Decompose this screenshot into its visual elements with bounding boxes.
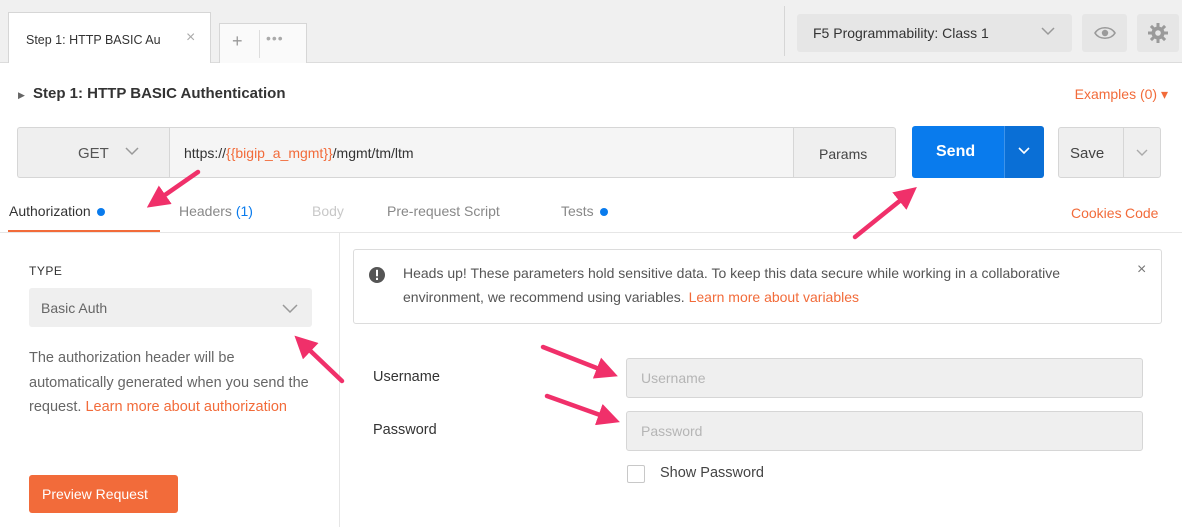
tab-tests-label: Tests — [561, 203, 594, 219]
password-field[interactable] — [626, 411, 1143, 451]
url-prefix: https:// — [184, 145, 227, 161]
tab-authorization-label: Authorization — [9, 203, 91, 219]
send-button[interactable]: Send — [912, 126, 1005, 178]
notice-text: Heads up! These parameters hold sensitiv… — [403, 261, 1123, 309]
cookies-link[interactable]: Cookies — [1071, 205, 1122, 221]
tab-headers-label: Headers — [179, 203, 232, 219]
tab-body[interactable]: Body — [312, 203, 344, 219]
auth-type-select[interactable]: Basic Auth — [29, 288, 312, 327]
annotation-arrow — [852, 187, 917, 240]
save-label: Save — [1070, 145, 1105, 162]
request-title: Step 1: HTTP BASIC Authentication — [33, 85, 286, 102]
tab-tests[interactable]: Tests — [561, 203, 608, 219]
tab-authorization[interactable]: Authorization — [9, 203, 105, 219]
environment-quick-look-button[interactable] — [1082, 14, 1127, 52]
tab-headers[interactable]: Headers (1) — [179, 203, 253, 219]
annotation-arrow — [544, 393, 620, 426]
tab-actions-divider — [259, 30, 260, 58]
send-label: Send — [936, 143, 976, 160]
manage-environments-button[interactable] — [1137, 14, 1179, 52]
password-label: Password — [373, 422, 437, 438]
params-button[interactable]: Params — [793, 127, 896, 178]
expand-caret-icon[interactable]: ▶ — [18, 90, 25, 101]
more-dots-icon[interactable]: ••• — [266, 30, 284, 46]
annotation-arrow — [540, 344, 618, 379]
preview-request-label: Preview Request — [42, 486, 148, 502]
panel-divider — [339, 233, 340, 527]
show-password-checkbox[interactable] — [627, 465, 645, 483]
chevron-down-icon — [282, 300, 298, 316]
warning-icon — [368, 266, 386, 287]
auth-type-heading: TYPE — [29, 264, 63, 278]
code-link[interactable]: Code — [1125, 205, 1158, 221]
learn-more-authorization-link[interactable]: Learn more about authorization — [85, 399, 287, 415]
username-field[interactable] — [626, 358, 1143, 398]
save-button[interactable]: Save — [1058, 127, 1124, 178]
url-variable: {{bigip_a_mgmt}} — [226, 145, 333, 161]
url-suffix: /mgmt/tm/ltm — [332, 145, 414, 161]
auth-type-value: Basic Auth — [41, 300, 108, 316]
method-label: GET — [78, 145, 109, 162]
environment-divider — [784, 6, 785, 56]
examples-dropdown[interactable]: Examples (0) ▾ — [1075, 86, 1168, 103]
send-options-button[interactable] — [1004, 126, 1044, 178]
modified-dot-icon — [96, 208, 105, 217]
close-icon[interactable]: × — [186, 29, 195, 47]
request-tab[interactable]: Step 1: HTTP BASIC Au × — [8, 12, 211, 63]
chevron-down-icon — [125, 143, 139, 159]
auth-description: The authorization header will be automat… — [29, 346, 319, 420]
preview-request-button[interactable]: Preview Request — [29, 475, 178, 513]
method-select[interactable]: GET — [17, 127, 170, 178]
url-input[interactable]: https://{{bigip_a_mgmt}}/mgmt/tm/ltm — [169, 127, 794, 178]
close-icon[interactable]: × — [1137, 261, 1146, 279]
headers-count: (1) — [235, 203, 253, 219]
tabs-divider — [0, 232, 1182, 233]
request-tab-label: Step 1: HTTP BASIC Au — [26, 33, 161, 47]
sensitive-data-notice: Heads up! These parameters hold sensitiv… — [353, 249, 1162, 324]
show-password-label: Show Password — [660, 465, 764, 481]
learn-more-variables-link[interactable]: Learn more about variables — [689, 289, 859, 305]
top-bar: Step 1: HTTP BASIC Au × + ••• F5 Program… — [0, 0, 1182, 63]
tab-actions: + ••• — [219, 23, 307, 63]
chevron-down-icon — [1041, 23, 1055, 39]
url-text: https://{{bigip_a_mgmt}}/mgmt/tm/ltm — [184, 145, 414, 161]
params-label: Params — [819, 146, 868, 162]
tab-pre-request-script[interactable]: Pre-request Script — [387, 203, 500, 219]
plus-icon[interactable]: + — [232, 31, 243, 52]
save-options-button[interactable] — [1123, 127, 1161, 178]
environment-label: F5 Programmability: Class 1 — [813, 25, 989, 41]
username-label: Username — [373, 369, 440, 385]
environment-select[interactable]: F5 Programmability: Class 1 — [797, 14, 1072, 52]
modified-dot-icon — [599, 208, 608, 217]
